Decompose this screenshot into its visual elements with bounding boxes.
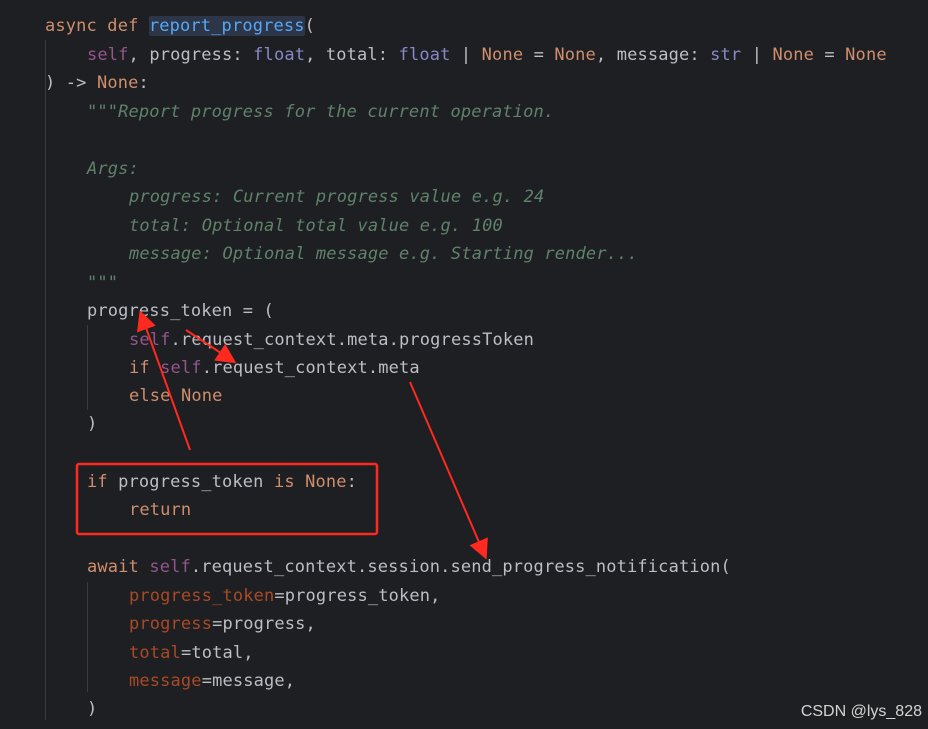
annotation-arrow — [137, 310, 191, 451]
code-editor[interactable]: async def report_progress( self, progres… — [0, 0, 928, 729]
annotation-overlay — [75, 310, 488, 560]
watermark: CSDN @lys_828 — [800, 703, 922, 720]
annotation-arrow — [185, 329, 237, 364]
highlight-box — [75, 462, 379, 536]
annotation-arrow — [409, 381, 488, 560]
